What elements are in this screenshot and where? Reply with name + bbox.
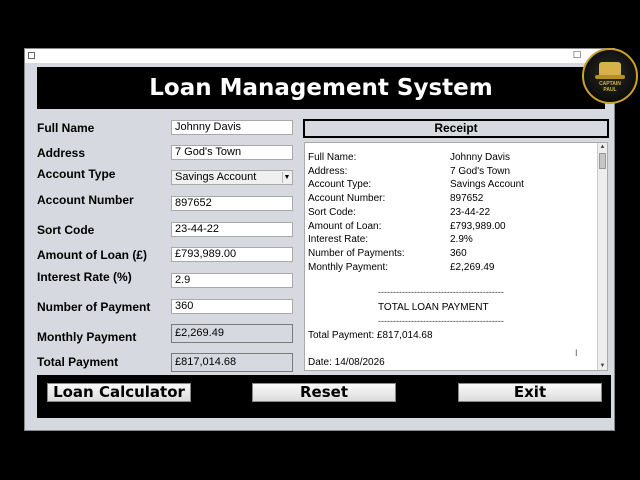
num-payment-field[interactable]: 360 — [171, 299, 293, 314]
receipt-scrollbar[interactable]: ▲ ▼ — [597, 143, 607, 370]
num-payment-label: Number of Payment — [37, 300, 151, 314]
account-type-value: Savings Account — [175, 171, 257, 183]
account-number-label: Account Number — [37, 193, 134, 207]
loan-calculator-button[interactable]: Loan Calculator — [47, 383, 191, 402]
total-payment-field: £817,014.68 — [171, 353, 293, 372]
account-number-field[interactable]: 897652 — [171, 196, 293, 211]
receipt-divider: ----------------------------------------… — [378, 287, 504, 297]
receipt-title: Receipt — [303, 119, 609, 138]
maximize-icon[interactable]: □ — [570, 50, 584, 61]
receipt-row-value: £2,269.49 — [450, 261, 495, 273]
text-cursor-icon: I — [575, 348, 578, 358]
chevron-down-icon[interactable]: ▼ — [282, 172, 291, 183]
button-bar: Loan Calculator Reset Exit — [37, 375, 611, 418]
reset-button[interactable]: Reset — [252, 383, 396, 402]
address-field[interactable]: 7 God's Town — [171, 145, 293, 160]
receipt-row-value: Savings Account — [450, 179, 524, 191]
receipt-row-key: Amount of Loan: — [308, 220, 382, 232]
receipt-date-line: Date: 14/08/2026 — [308, 357, 385, 368]
captain-logo: CAPTAIN PAUL — [582, 48, 638, 104]
receipt-row-key: Full Name: — [308, 152, 357, 163]
scroll-down-icon[interactable]: ▼ — [598, 362, 607, 370]
monthly-payment-field: £2,269.49 — [171, 324, 293, 343]
interest-label: Interest Rate (%) — [37, 270, 132, 284]
hat-brim — [595, 75, 625, 79]
amount-field[interactable]: £793,989.00 — [171, 247, 293, 262]
address-label: Address — [37, 146, 86, 160]
window-titlebar: □ — [25, 49, 614, 63]
receipt-row-key: Number of Payments: — [308, 247, 405, 259]
scrollbar-thumb[interactable] — [599, 153, 606, 169]
monthly-payment-label: Monthly Payment — [37, 330, 137, 344]
receipt-row-value: 360 — [450, 247, 467, 259]
receipt-row-value: Johnny Davis — [450, 152, 511, 163]
full-name-label: Full Name — [37, 121, 95, 135]
receipt-textarea[interactable]: Full Name: Johnny Davis Address: 7 God's To… — [304, 142, 608, 371]
app-icon — [28, 52, 35, 59]
total-payment-label: Total Payment — [37, 355, 119, 369]
scroll-up-icon[interactable]: ▲ — [598, 143, 607, 151]
amount-label: Amount of Loan (£) — [37, 248, 147, 262]
receipt-row-value: £793,989.00 — [450, 220, 506, 232]
full-name-field[interactable]: Johnny Davis — [171, 120, 293, 135]
receipt-row-value: 7 God's Town — [450, 165, 511, 177]
captain-hat-icon — [599, 62, 621, 76]
receipt-row-value: 2.9% — [450, 234, 473, 246]
account-type-select[interactable]: Savings Account ▼ — [171, 170, 293, 185]
receipt-row-value: 23-44-22 — [450, 206, 491, 218]
sort-code-label: Sort Code — [37, 223, 95, 237]
exit-button[interactable]: Exit — [458, 383, 602, 402]
sort-code-field[interactable]: 23-44-22 — [171, 222, 293, 237]
receipt-total-line: Total Payment: £817,014.68 — [308, 330, 433, 341]
app-window: □ Loan Management System Full Name Johnn… — [24, 48, 615, 431]
receipt-row-key: Account Number: — [308, 193, 386, 205]
receipt-row-key: Monthly Payment: — [308, 261, 389, 273]
page-title: Loan Management System — [37, 67, 605, 109]
interest-field[interactable]: 2.9 — [171, 273, 293, 288]
receipt-divider: ----------------------------------------… — [378, 316, 504, 326]
receipt-row-key: Account Type: — [308, 179, 372, 191]
receipt-total-heading: TOTAL LOAN PAYMENT — [378, 302, 489, 313]
receipt-row-key: Address: — [308, 165, 348, 177]
receipt-row-key: Interest Rate: — [308, 234, 369, 246]
logo-text-line2: PAUL — [603, 87, 617, 93]
receipt-row-key: Sort Code: — [308, 206, 356, 218]
logo-text: CAPTAIN PAUL — [584, 81, 636, 93]
account-type-label: Account Type — [37, 167, 116, 181]
receipt-row-value: 897652 — [450, 193, 484, 205]
